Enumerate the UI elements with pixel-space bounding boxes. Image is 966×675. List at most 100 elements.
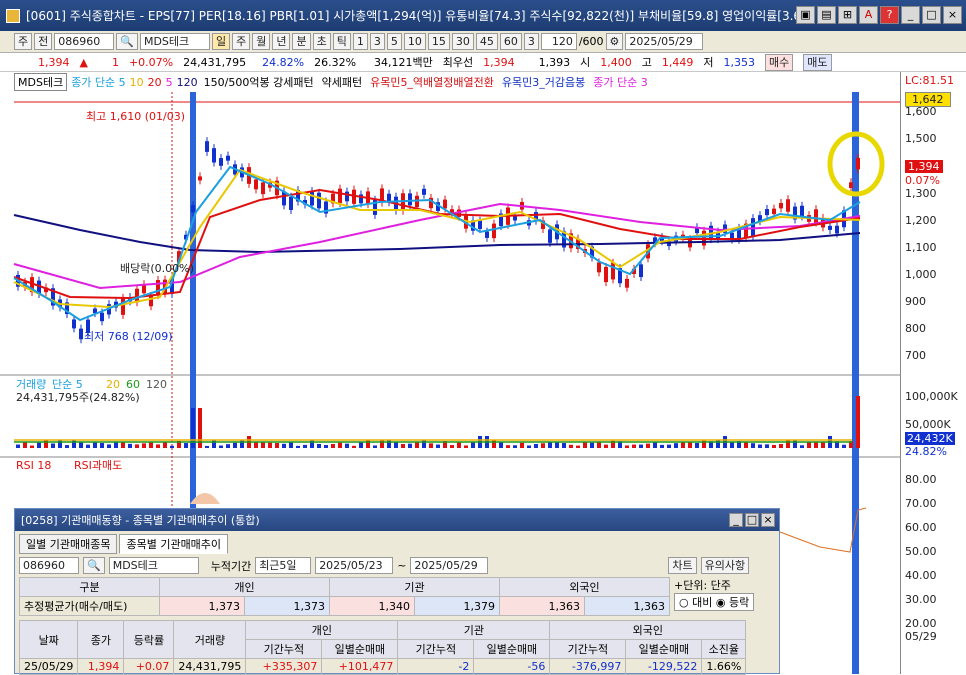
- period-day[interactable]: 일: [211, 33, 231, 50]
- volume-bar: [506, 445, 510, 448]
- col-inst-daily: 일별순매매: [473, 639, 551, 659]
- volume-bar: [184, 443, 188, 448]
- interval-30[interactable]: 30: [451, 33, 474, 50]
- candle: [856, 157, 860, 170]
- period-month[interactable]: 월: [252, 33, 271, 50]
- volume-bar: [772, 444, 776, 448]
- stock-name[interactable]: MDS테크: [139, 33, 210, 50]
- candle: [751, 218, 755, 237]
- candle: [72, 319, 76, 329]
- tab-by-stock[interactable]: 종목별 기관매매추이: [119, 534, 229, 554]
- cell-close: 1,394: [77, 658, 125, 675]
- volume-bar: [800, 445, 804, 448]
- buy-button[interactable]: 매수: [765, 53, 794, 71]
- close-button[interactable]: ×: [943, 6, 962, 24]
- period-second[interactable]: 초: [312, 33, 331, 50]
- interval-1[interactable]: 1: [352, 33, 368, 50]
- popup-code-input[interactable]: 086960: [19, 557, 79, 574]
- interval-60[interactable]: 60: [499, 33, 522, 50]
- mode-select[interactable]: 전: [34, 33, 53, 50]
- maximize-button[interactable]: □: [922, 6, 941, 24]
- period-year[interactable]: 년: [272, 33, 291, 50]
- volume-bar: [93, 441, 97, 448]
- volume-bar: [842, 444, 846, 448]
- to-date[interactable]: 2025/05/29: [410, 557, 489, 574]
- window-icon-3[interactable]: ⊞: [838, 6, 857, 24]
- period-minute[interactable]: 분: [292, 33, 311, 50]
- pref-price: 1,394: [483, 55, 515, 69]
- volume-bar: [429, 443, 433, 448]
- col-close: 종가: [77, 620, 125, 659]
- table-row[interactable]: 25/05/29 1,394 +0.07 24,431,795 +335,307…: [18, 658, 747, 675]
- candle: [212, 148, 216, 163]
- sell-button[interactable]: 매도: [803, 53, 832, 71]
- candle: [639, 264, 643, 278]
- legend-ma120: 120: [176, 75, 198, 89]
- volume-bar: [163, 442, 167, 448]
- rsi-tick-40: 40.00: [905, 569, 937, 582]
- col-rate: 등락률: [123, 620, 175, 659]
- volume-bar: [569, 444, 573, 448]
- code-input[interactable]: 086960: [54, 33, 115, 50]
- sum-ind-buy: 1,373: [159, 596, 245, 616]
- volume-bar: [303, 444, 307, 448]
- tool-icon[interactable]: ⚙: [605, 33, 624, 50]
- notice-button[interactable]: 유의사항: [700, 557, 750, 574]
- volume-bar: [345, 443, 349, 448]
- interval-15[interactable]: 15: [427, 33, 450, 50]
- chart-toolbar: 주 전 086960 🔍 MDS테크 일 주 월 년 분 초 틱 1 3 5 1…: [0, 31, 966, 53]
- interval-3[interactable]: 3: [369, 33, 385, 50]
- popup-maximize-button[interactable]: □: [745, 513, 759, 527]
- from-date[interactable]: 2025/05/23: [315, 557, 394, 574]
- window-icon-1[interactable]: ▣: [796, 6, 815, 24]
- volume-bar: [170, 445, 174, 448]
- volume-bar: [373, 445, 377, 448]
- tick-900: 900: [905, 295, 926, 308]
- high-price: 1,449: [661, 55, 694, 69]
- sum-for-buy: 1,363: [499, 596, 585, 616]
- help-icon[interactable]: ?: [880, 6, 899, 24]
- minimize-button[interactable]: _: [901, 6, 920, 24]
- period-week[interactable]: 주: [232, 33, 251, 50]
- interval-5[interactable]: 5: [386, 33, 402, 50]
- volume-bar: [555, 442, 559, 448]
- interval-45[interactable]: 45: [475, 33, 498, 50]
- annotation-dividend: 배당락(0.00%): [120, 262, 194, 275]
- sum-head-individual: 개인: [159, 577, 330, 597]
- interval-select[interactable]: 3: [523, 33, 539, 50]
- acc-select[interactable]: 최근5일: [255, 557, 312, 574]
- volume-bar: [688, 442, 692, 448]
- radio-updown[interactable]: ◉: [716, 596, 726, 609]
- unit-label: +단위: 단주: [674, 579, 731, 592]
- pref-label: 최우선: [442, 56, 474, 69]
- volume-bar: [324, 445, 328, 448]
- candle: [317, 192, 321, 209]
- count-input[interactable]: 120: [540, 33, 577, 50]
- candle: [219, 158, 223, 166]
- interval-10[interactable]: 10: [403, 33, 426, 50]
- quote-bar: 1,394 ▲ 1 +0.07% 24,431,795 24.82% 26.32…: [0, 53, 966, 72]
- font-icon[interactable]: A: [859, 6, 878, 24]
- period-tick[interactable]: 틱: [332, 33, 351, 50]
- volume-bar: [352, 445, 356, 448]
- app-icon: [6, 8, 20, 23]
- volume-bar: [261, 442, 265, 448]
- volume-bar: [625, 445, 629, 448]
- popup-close-button[interactable]: ×: [761, 513, 775, 527]
- candle: [849, 182, 853, 188]
- volume-bar: [142, 443, 146, 448]
- volume-bar: [128, 443, 132, 448]
- chart-legend: MDS테크 종가 단순 5 10 20 5 120 150/500억봉 강세패턴…: [0, 72, 900, 92]
- search-icon[interactable]: 🔍: [116, 33, 138, 50]
- popup-search-icon[interactable]: 🔍: [83, 557, 105, 574]
- market-select[interactable]: 주: [14, 33, 33, 50]
- window-icon-2[interactable]: ▤: [817, 6, 836, 24]
- popup-minimize-button[interactable]: _: [729, 513, 743, 527]
- popup-stock-name[interactable]: MDS테크: [108, 557, 199, 574]
- cell-inst-acc: -2: [397, 658, 475, 675]
- tab-daily[interactable]: 일별 기관매매종목: [19, 534, 118, 554]
- date-input[interactable]: 2025/05/29: [625, 33, 704, 50]
- volume-bar: [464, 445, 468, 448]
- radio-compare[interactable]: ○: [679, 596, 689, 609]
- chart-button[interactable]: 차트: [668, 557, 697, 574]
